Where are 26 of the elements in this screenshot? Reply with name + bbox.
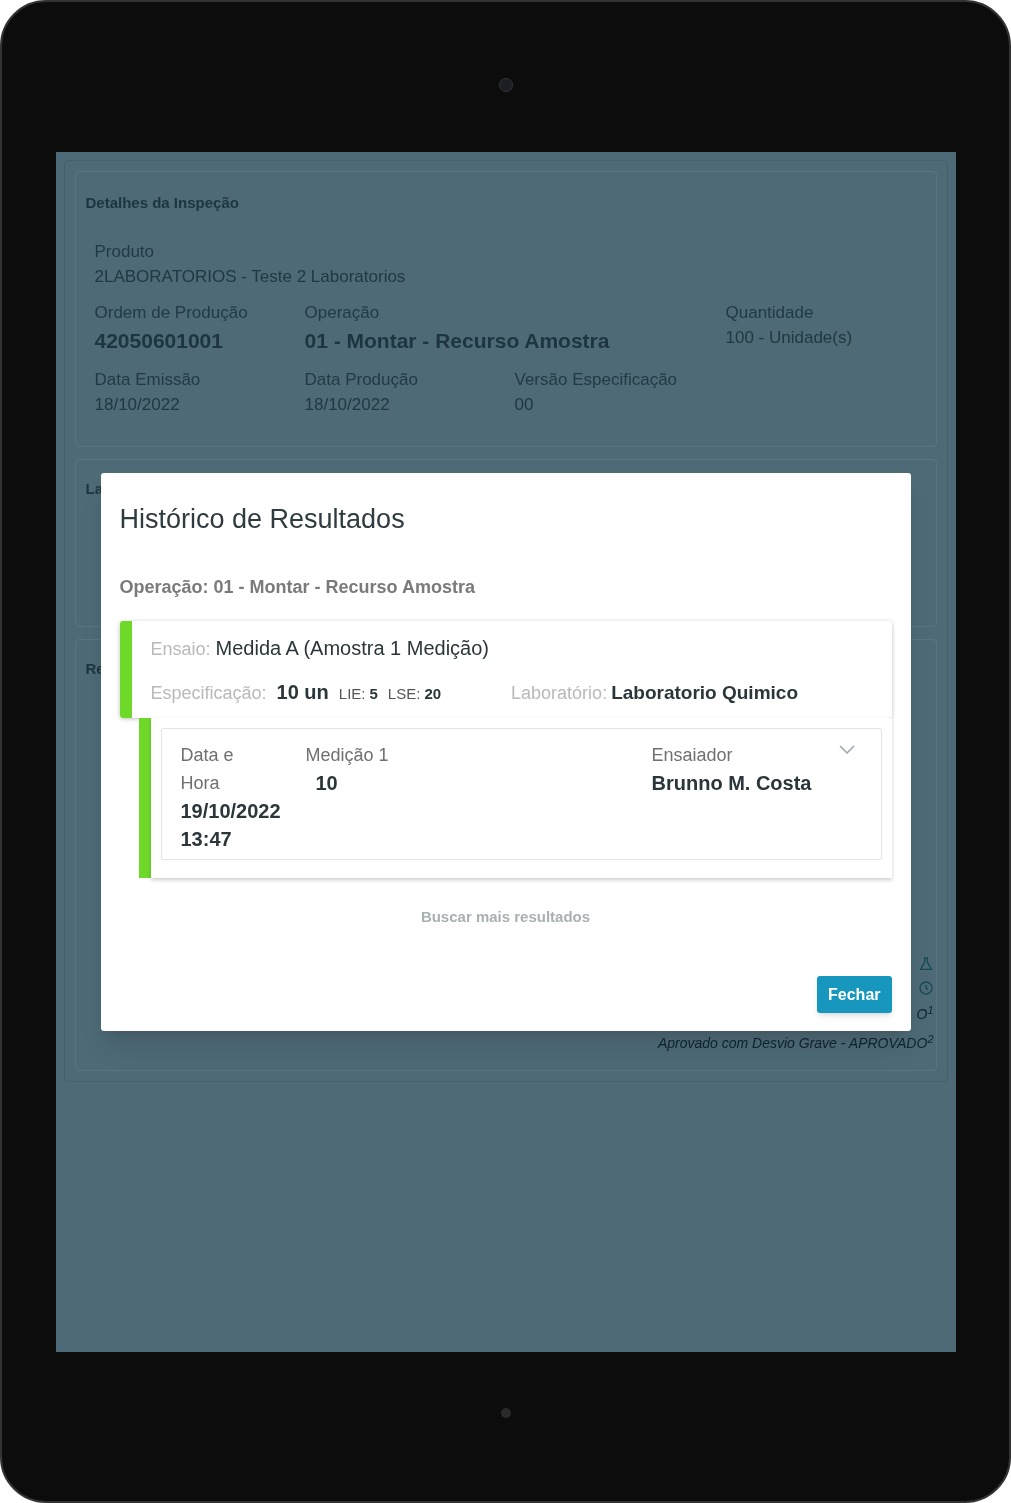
lse-label: LSE: xyxy=(387,683,421,704)
lie-value: 5 xyxy=(369,683,378,704)
tester-value: Brunno M. Costa xyxy=(651,770,812,796)
chevron-down-icon[interactable] xyxy=(838,744,855,755)
close-button[interactable]: Fechar xyxy=(817,976,892,1013)
test-label: Ensaio: xyxy=(150,637,211,661)
measure-label: Medição 1 xyxy=(305,743,390,767)
operation-text: Operação: 01 - Montar - Recurso Amostra xyxy=(119,575,476,599)
legend-text: O$^{1}$ xyxy=(916,1004,934,1024)
date-label: Data e Hora xyxy=(180,743,235,795)
test-name: Medida A (Amostra 1 Medição) xyxy=(215,635,489,661)
tester-label: Ensaiador xyxy=(651,743,734,767)
lse-value: 20 xyxy=(424,683,442,704)
spec-value: 10 un xyxy=(276,679,329,705)
load-more-link[interactable]: Buscar mais resultados xyxy=(420,905,591,928)
dialog-title: Histórico de Resultados xyxy=(119,503,406,536)
measure-value: 10 xyxy=(315,770,339,796)
lie-label: LIE: xyxy=(338,683,366,704)
flask-icon xyxy=(917,956,934,972)
lab-value: Laboratorio Quimico xyxy=(611,680,798,705)
spec-label: Especificação: xyxy=(150,681,267,705)
date-value: 19/10/2022 13:47 xyxy=(180,798,282,852)
camera-icon xyxy=(498,78,513,92)
clock-icon xyxy=(917,980,934,996)
lab-label: Laboratório: xyxy=(511,681,608,705)
legend-text: Aprovado com Desvio Grave - APROVADO$^{2}$ xyxy=(657,1033,934,1053)
